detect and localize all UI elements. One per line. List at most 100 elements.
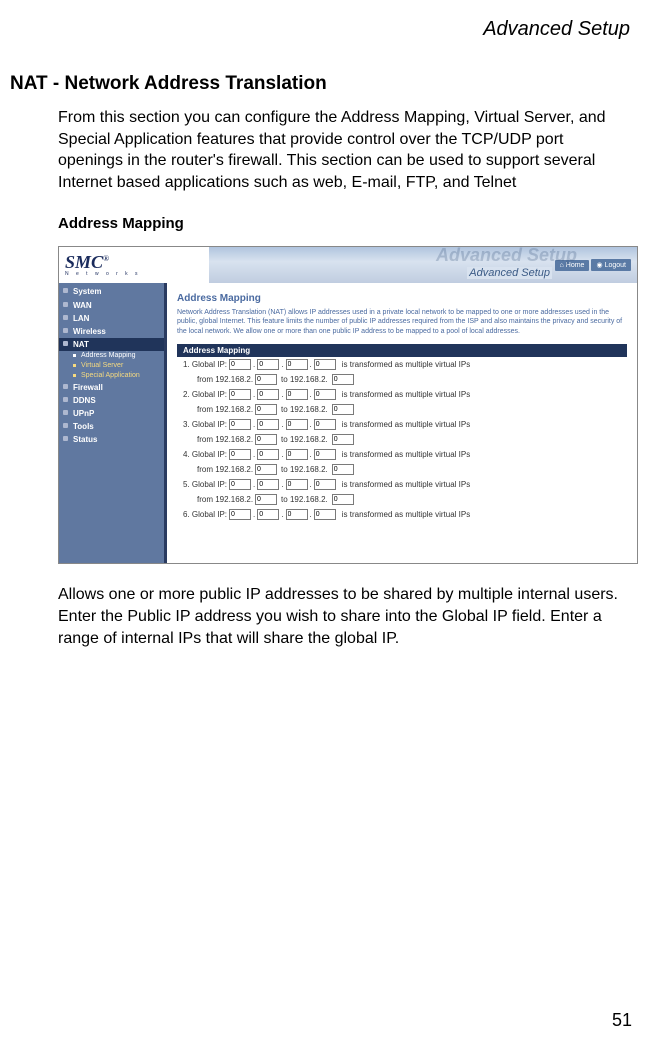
- from-octet[interactable]: [255, 404, 277, 415]
- to-label: to 192.168.2.: [281, 435, 328, 444]
- to-label: to 192.168.2.: [281, 375, 328, 384]
- row-suffix: is transformed as multiple virtual IPs: [342, 510, 471, 519]
- panel-description: Network Address Translation (NAT) allows…: [177, 308, 627, 335]
- brand-sup: ®: [103, 254, 109, 263]
- router-main: Address Mapping Network Address Translat…: [167, 283, 637, 563]
- section-title: NAT - Network Address Translation: [10, 73, 640, 95]
- row-num: 5. Global IP:: [183, 480, 227, 489]
- mapping-from-row: from 192.168.2. to 192.168.2.: [177, 372, 627, 387]
- sidebar-item-special-application[interactable]: Special Application: [59, 371, 164, 381]
- mapping-from-row: from 192.168.2. to 192.168.2.: [177, 402, 627, 417]
- from-prefix: from 192.168.2.: [197, 375, 253, 384]
- from-prefix: from 192.168.2.: [197, 435, 253, 444]
- mapping-row: 4. Global IP:...is transformed as multip…: [177, 447, 627, 462]
- from-octet[interactable]: [255, 374, 277, 385]
- row-num: 6. Global IP:: [183, 510, 227, 519]
- banner-sub-text: Advanced Setup: [467, 267, 552, 279]
- sidebar-item-status[interactable]: Status: [59, 433, 164, 446]
- to-label: to 192.168.2.: [281, 495, 328, 504]
- global-ip-octet[interactable]: [257, 359, 279, 370]
- global-ip-octet[interactable]: [314, 389, 336, 400]
- to-octet[interactable]: [332, 434, 354, 445]
- sidebar-item-virtual-server[interactable]: Virtual Server: [59, 361, 164, 371]
- mapping-from-row: from 192.168.2. to 192.168.2.: [177, 432, 627, 447]
- sidebar-item-ddns[interactable]: DDNS: [59, 394, 164, 407]
- sidebar-item-address-mapping[interactable]: Address Mapping: [59, 351, 164, 361]
- global-ip-octet[interactable]: [314, 359, 336, 370]
- router-banner: Advanced Setup Advanced Setup ⌂Home ◉Log…: [209, 247, 637, 283]
- sidebar-item-wireless[interactable]: Wireless: [59, 325, 164, 338]
- global-ip-octet[interactable]: [314, 479, 336, 490]
- mapping-from-row: from 192.168.2.to 192.168.2.: [177, 462, 627, 477]
- to-octet[interactable]: [332, 404, 354, 415]
- global-ip-octet[interactable]: [257, 419, 279, 430]
- page-number: 51: [612, 1010, 632, 1031]
- global-ip-octet[interactable]: [314, 419, 336, 430]
- row-suffix: is transformed as multiple virtual IPs: [342, 420, 471, 429]
- global-ip-octet[interactable]: [257, 389, 279, 400]
- global-ip-octet[interactable]: [314, 509, 336, 520]
- global-ip-octet[interactable]: [257, 509, 279, 520]
- to-label: to 192.168.2.: [281, 405, 328, 414]
- global-ip-octet[interactable]: [229, 359, 251, 370]
- sidebar-item-wan[interactable]: WAN: [59, 299, 164, 312]
- row-num: 4. Global IP:: [183, 450, 227, 459]
- to-octet[interactable]: [332, 494, 354, 505]
- subsection-title: Address Mapping: [58, 215, 640, 232]
- page-header: Advanced Setup: [10, 18, 640, 41]
- sidebar-item-tools[interactable]: Tools: [59, 420, 164, 433]
- router-screenshot: SMC® N e t w o r k s Advanced Setup Adva…: [58, 246, 638, 564]
- global-ip-octet[interactable]: [229, 449, 251, 460]
- logout-button[interactable]: ◉Logout: [591, 259, 631, 271]
- from-octet[interactable]: [255, 494, 277, 505]
- sidebar-item-system[interactable]: System: [59, 285, 164, 298]
- row-num: 3. Global IP:: [183, 420, 227, 429]
- global-ip-octet[interactable]: [229, 509, 251, 520]
- global-ip-octet[interactable]: [229, 419, 251, 430]
- mapping-from-row: from 192.168.2. to 192.168.2.: [177, 492, 627, 507]
- to-label: to 192.168.2.: [281, 465, 328, 474]
- global-ip-octet[interactable]: [257, 479, 279, 490]
- outro-paragraph: Allows one or more public IP addresses t…: [58, 584, 630, 649]
- router-logo: SMC® N e t w o r k s: [59, 247, 209, 283]
- brand-text: SMC®: [65, 253, 209, 271]
- global-ip-octet[interactable]: [314, 449, 336, 460]
- mapping-row: 3. Global IP:...is transformed as multip…: [177, 417, 627, 432]
- row-num: 2. Global IP:: [183, 390, 227, 399]
- row-suffix: is transformed as multiple virtual IPs: [342, 450, 471, 459]
- sidebar-item-nat[interactable]: NAT: [59, 338, 164, 351]
- global-ip-octet[interactable]: [286, 419, 308, 430]
- brand-name: SMC: [65, 252, 103, 272]
- global-ip-octet[interactable]: [286, 359, 308, 370]
- global-ip-octet[interactable]: [257, 449, 279, 460]
- from-prefix: from 192.168.2.: [197, 495, 253, 504]
- panel-heading: Address Mapping: [177, 293, 627, 304]
- to-octet[interactable]: [332, 464, 354, 475]
- row-suffix: is transformed as multiple virtual IPs: [342, 360, 471, 369]
- mapping-row: 2. Global IP:...is transformed as multip…: [177, 387, 627, 402]
- mapping-row: 6. Global IP:...is transformed as multip…: [177, 507, 627, 522]
- from-octet[interactable]: [255, 434, 277, 445]
- global-ip-octet[interactable]: [229, 389, 251, 400]
- from-prefix: from 192.168.2.: [197, 405, 253, 414]
- intro-paragraph: From this section you can configure the …: [58, 107, 630, 193]
- sidebar-item-firewall[interactable]: Firewall: [59, 381, 164, 394]
- sidebar-item-upnp[interactable]: UPnP: [59, 407, 164, 420]
- global-ip-octet[interactable]: [286, 479, 308, 490]
- mapping-table: Address Mapping 1. Global IP:...is trans…: [177, 344, 627, 522]
- brand-subtext: N e t w o r k s: [65, 271, 209, 277]
- from-octet[interactable]: [255, 464, 277, 475]
- sidebar-item-lan[interactable]: LAN: [59, 312, 164, 325]
- row-num: 1. Global IP:: [183, 360, 227, 369]
- mapping-row: 1. Global IP:...is transformed as multip…: [177, 357, 627, 372]
- global-ip-octet[interactable]: [286, 449, 308, 460]
- router-topbar: SMC® N e t w o r k s Advanced Setup Adva…: [59, 247, 637, 283]
- global-ip-octet[interactable]: [286, 509, 308, 520]
- to-octet[interactable]: [332, 374, 354, 385]
- logout-icon: ◉: [596, 261, 602, 269]
- logout-label: Logout: [605, 262, 626, 269]
- mapping-table-header: Address Mapping: [177, 344, 627, 357]
- global-ip-octet[interactable]: [229, 479, 251, 490]
- router-body: SystemWANLANWirelessNATAddress MappingVi…: [59, 283, 637, 563]
- global-ip-octet[interactable]: [286, 389, 308, 400]
